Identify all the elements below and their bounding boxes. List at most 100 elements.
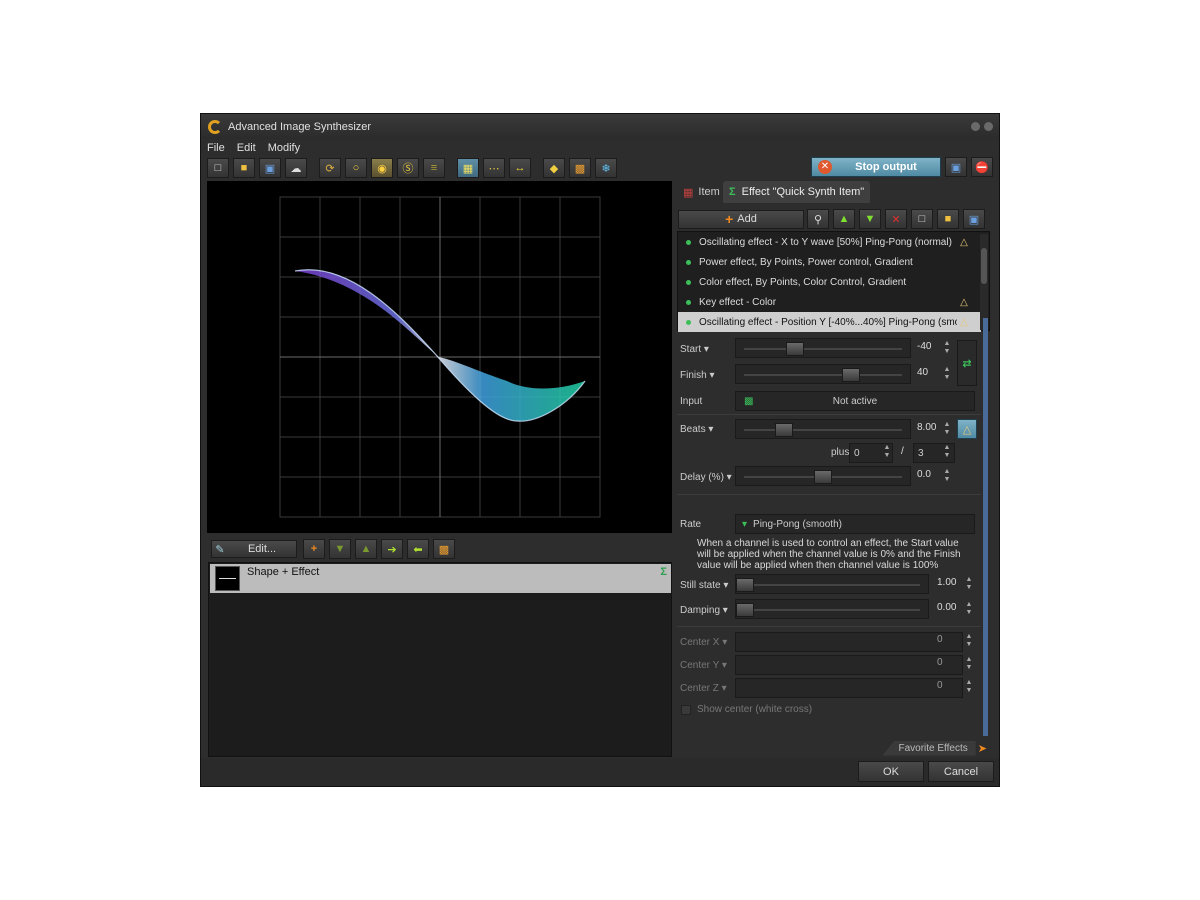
still-knob[interactable] [736, 578, 754, 592]
open-effect-icon[interactable]: ■ [937, 209, 959, 229]
delay-knob[interactable] [814, 470, 832, 484]
menu-modify[interactable]: Modify [262, 142, 306, 154]
stop-output-button[interactable]: ✕ Stop output [811, 157, 941, 177]
clapper-icon[interactable]: ▩ [569, 158, 591, 178]
delay-slider[interactable] [735, 466, 911, 486]
effect-row-selected[interactable]: Oscillating effect - Position Y [-40%...… [678, 312, 981, 332]
menu-file[interactable]: File [201, 142, 231, 154]
still-spinner[interactable]: ▲ ▼ [963, 576, 975, 594]
beats-label[interactable]: Beats ▾ [677, 424, 735, 435]
start-spinner[interactable]: ▲ ▼ [941, 340, 953, 358]
effect-row[interactable]: Power effect, By Points, Power control, … [678, 252, 981, 272]
monitor-icon[interactable]: ▣ [945, 157, 967, 177]
item-tab-icon: ▦ [683, 186, 694, 199]
effect-row[interactable]: Color effect, By Points, Color Control, … [678, 272, 981, 292]
arrow-right-icon[interactable]: ➔ [381, 539, 403, 559]
tag-icon[interactable]: ◆ [543, 158, 565, 178]
open-folder-icon[interactable]: ■ [233, 158, 255, 178]
effect-row[interactable]: Key effect - Color △ [678, 292, 981, 312]
still-slider[interactable] [735, 574, 929, 594]
divisor-value: 3 [918, 447, 924, 459]
search-icon[interactable]: ⚲ [807, 209, 829, 229]
damping-spinner[interactable]: ▲ ▼ [963, 601, 975, 619]
start-label[interactable]: Start ▾ [677, 344, 735, 355]
damping-value[interactable]: 0.00 [937, 602, 956, 613]
damping-slider[interactable] [735, 599, 929, 619]
arrows-h-icon[interactable]: ↔ [509, 158, 531, 178]
scroll-thumb[interactable] [981, 248, 987, 284]
save-effect-icon[interactable]: ▣ [963, 209, 985, 229]
input-label: Input [680, 395, 703, 407]
tab-item[interactable]: ▦ Item [677, 181, 726, 203]
add-item-icon[interactable]: + [303, 539, 325, 559]
arrow-left-icon[interactable]: ⬅ [407, 539, 429, 559]
finish-label[interactable]: Finish ▾ [677, 370, 735, 381]
slash-label: / [901, 446, 904, 457]
grid-icon[interactable]: ▦ [457, 158, 479, 178]
finish-spinner[interactable]: ▲ ▼ [941, 366, 953, 384]
save-icon[interactable]: ▣ [259, 158, 281, 178]
start-slider[interactable] [735, 338, 911, 358]
center-z-spinner: ▲ ▼ [965, 679, 973, 694]
move-up-icon[interactable]: ▲ [355, 539, 377, 559]
ok-button[interactable]: OK [858, 761, 924, 782]
effect-down-icon[interactable]: ▼ [859, 209, 881, 229]
divisor-spinner[interactable]: ▲ ▼ [941, 444, 953, 462]
close-window-icon[interactable] [984, 122, 993, 131]
effect-list-scrollbar[interactable] [980, 234, 988, 330]
still-value[interactable]: 1.00 [937, 577, 956, 588]
dots-icon[interactable]: ⋯ [483, 158, 505, 178]
move-down-icon[interactable]: ▼ [329, 539, 351, 559]
edit-button[interactable]: ✎ Edit... [211, 540, 297, 558]
cloud-icon[interactable]: ☁ [285, 158, 307, 178]
finish-slider[interactable] [735, 364, 911, 384]
metronome-button-icon[interactable]: △ [957, 419, 977, 439]
cancel-button[interactable]: Cancel [928, 761, 994, 782]
delay-spinner[interactable]: ▲ ▼ [941, 468, 953, 486]
new-effect-icon[interactable]: □ [911, 209, 933, 229]
beats-spinner[interactable]: ▲ ▼ [941, 421, 953, 439]
menu-edit[interactable]: Edit [231, 142, 262, 154]
new-file-icon[interactable]: □ [207, 158, 229, 178]
minimize-icon[interactable] [971, 122, 980, 131]
plus-spinner[interactable]: ▲ ▼ [881, 444, 893, 462]
sun-icon[interactable]: ◉ [371, 158, 393, 178]
delete-icon[interactable]: ✕ [885, 209, 907, 229]
start-value[interactable]: -40 [917, 341, 931, 352]
damping-label[interactable]: Damping ▾ [677, 605, 735, 616]
favorite-effects-bar[interactable]: Favorite Effects ➤ [673, 739, 993, 757]
effect-row[interactable]: Oscillating effect - X to Y wave [50%] P… [678, 232, 981, 252]
list-item[interactable]: Shape + Effect Σ [210, 564, 671, 593]
input-selector[interactable]: ▩ Not active [735, 391, 975, 411]
start-knob[interactable] [786, 342, 804, 356]
finish-value[interactable]: 40 [917, 367, 928, 378]
show-center-checkbox[interactable] [681, 704, 691, 715]
add-effect-button[interactable]: + Add [678, 209, 804, 229]
circle-icon[interactable]: ○ [345, 158, 367, 178]
beats-knob[interactable] [774, 423, 793, 437]
rate-dropdown[interactable]: ▾ Ping-Pong (smooth) [735, 514, 975, 534]
delay-value[interactable]: 0.0 [917, 469, 931, 480]
snowflake-icon[interactable]: ❄ [595, 158, 617, 178]
effect-label: Key effect - Color [699, 296, 777, 308]
damping-knob[interactable] [736, 603, 754, 617]
finish-knob[interactable] [842, 368, 860, 382]
beats-value[interactable]: 8.00 [917, 422, 936, 433]
scroll-accent[interactable] [983, 318, 988, 736]
no-entry-icon[interactable]: ⛔ [971, 157, 993, 177]
favorite-effects-label: Favorite Effects [882, 740, 976, 756]
item-list: Shape + Effect Σ [208, 562, 672, 757]
bars-icon[interactable]: ≡ [423, 158, 445, 178]
rotate-icon[interactable]: ⟳ [319, 158, 341, 178]
arrow-right-icon: ➤ [977, 742, 987, 755]
delay-label[interactable]: Delay (%) ▾ [677, 472, 735, 483]
stop-icon: ✕ [818, 160, 832, 174]
tab-effect[interactable]: Σ Effect "Quick Synth Item" [723, 181, 871, 203]
s-circle-icon[interactable]: Ⓢ [397, 158, 419, 178]
effect-up-icon[interactable]: ▲ [833, 209, 855, 229]
clapper-item-icon[interactable]: ▩ [433, 539, 455, 559]
beats-slider[interactable] [735, 419, 911, 439]
still-label[interactable]: Still state ▾ [677, 580, 735, 591]
preview-canvas[interactable] [207, 181, 672, 533]
swap-icon[interactable]: ⇄ [957, 340, 977, 386]
